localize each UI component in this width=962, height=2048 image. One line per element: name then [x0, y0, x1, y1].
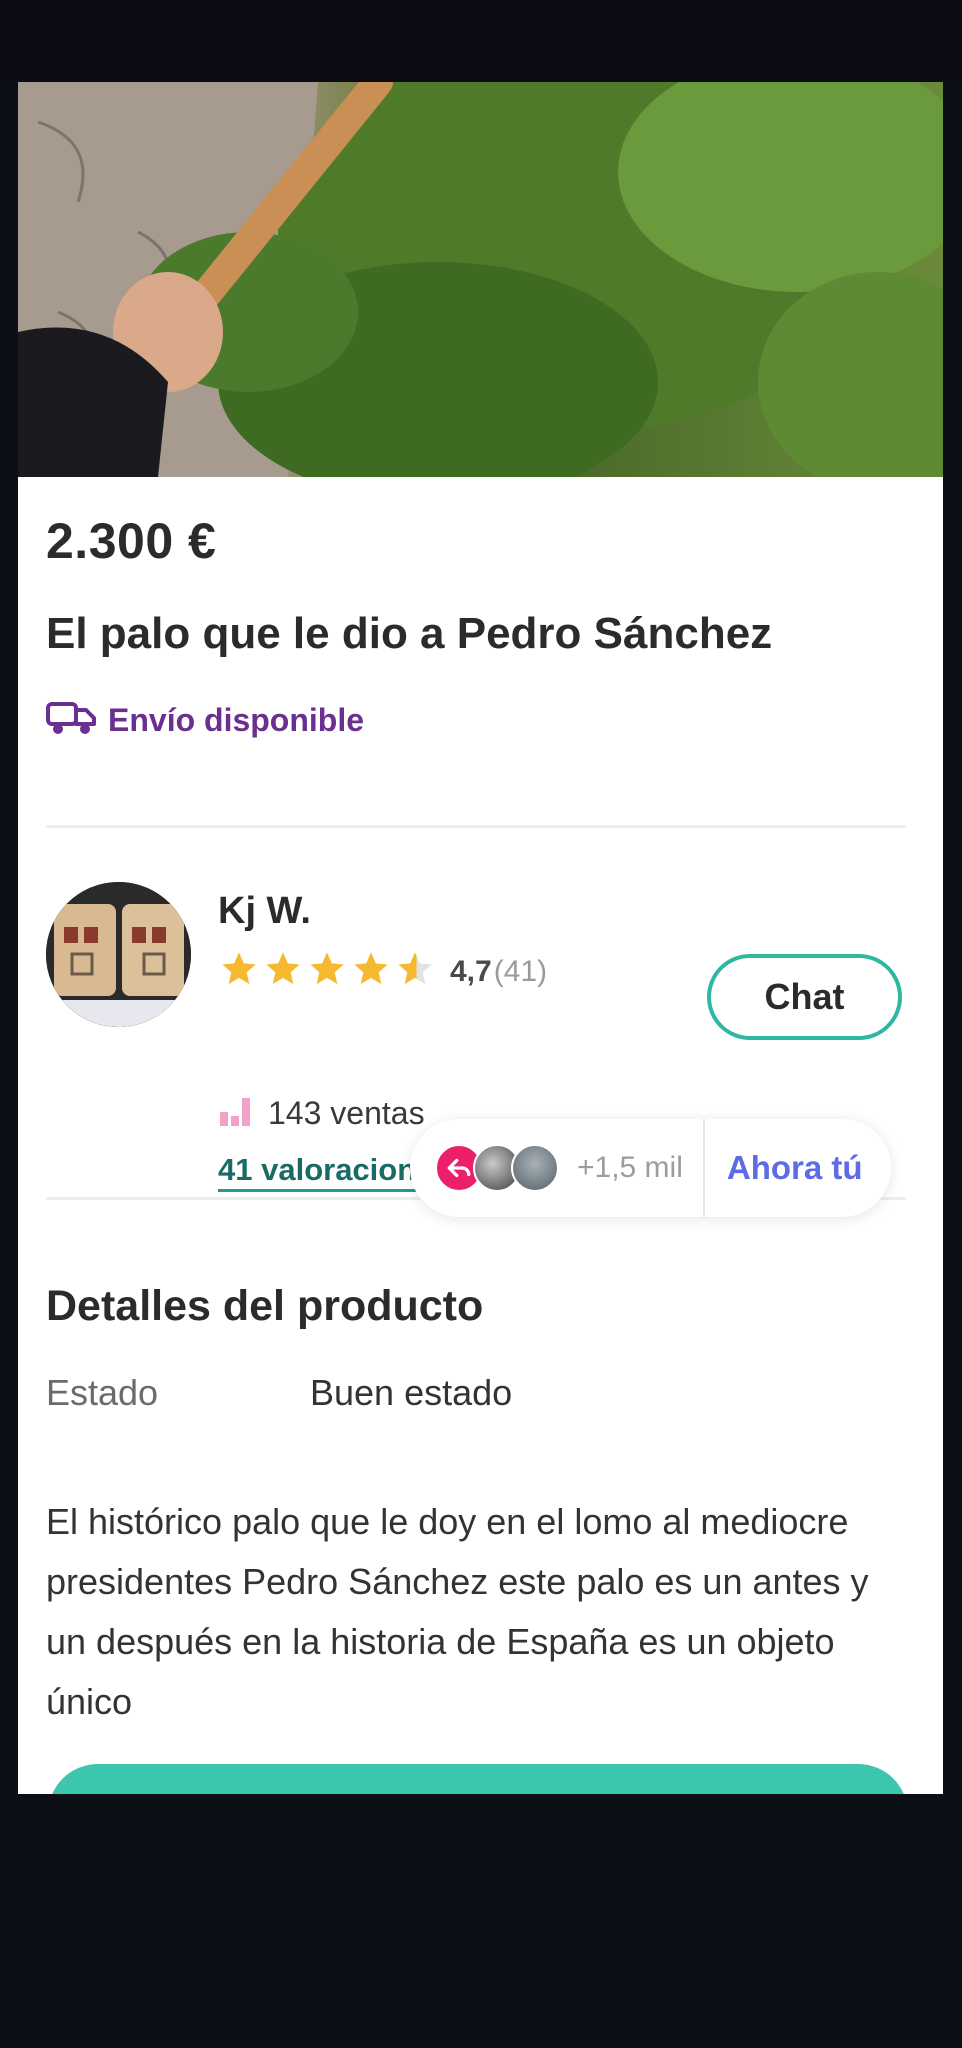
rating-value: 4,7 — [450, 954, 492, 988]
half-star-icon — [394, 949, 436, 994]
state-label: Estado — [46, 1372, 159, 1413]
product-price: 2.300 € — [46, 513, 217, 569]
rating-count: (41) — [493, 954, 548, 988]
shipping-info: Envío disponible — [46, 698, 364, 743]
bar-chart-icon — [218, 1094, 252, 1133]
star-icon — [262, 949, 304, 994]
sales-info: 143 ventas — [218, 1094, 425, 1133]
star-icon — [350, 949, 392, 994]
product-description: El histórico palo que le doy en el lomo … — [46, 1501, 869, 1722]
now-you-button[interactable]: Ahora tú — [727, 1149, 863, 1187]
seller-avatar[interactable] — [46, 882, 191, 1027]
status-bar — [0, 0, 962, 82]
seller-rating: 4,7 (41) — [218, 949, 547, 994]
shipping-label: Envío disponible — [108, 702, 365, 738]
product-photo[interactable] — [18, 82, 943, 477]
product-card: 2.300 € El palo que le dio a Pedro Sánch… — [18, 82, 943, 1794]
seller-name[interactable]: Kj W. — [218, 890, 311, 933]
primary-action-button[interactable] — [48, 1764, 908, 1794]
truck-icon — [46, 698, 98, 743]
state-value: Buen estado — [310, 1372, 513, 1413]
reshare-avatars — [435, 1144, 559, 1192]
star-icon — [306, 949, 348, 994]
details-heading: Detalles del producto — [46, 1282, 484, 1330]
chat-button[interactable]: Chat — [707, 954, 902, 1040]
divider — [46, 825, 906, 828]
social-reshare-pill[interactable]: +1,5 mil Ahora tú — [410, 1119, 891, 1217]
user-avatar — [511, 1144, 559, 1192]
star-icon — [218, 949, 260, 994]
reshare-count: +1,5 mil — [577, 1151, 683, 1184]
product-title: El palo que le dio a Pedro Sánchez — [46, 609, 773, 658]
sales-count: 143 ventas — [268, 1095, 425, 1131]
pill-separator — [702, 1119, 705, 1217]
